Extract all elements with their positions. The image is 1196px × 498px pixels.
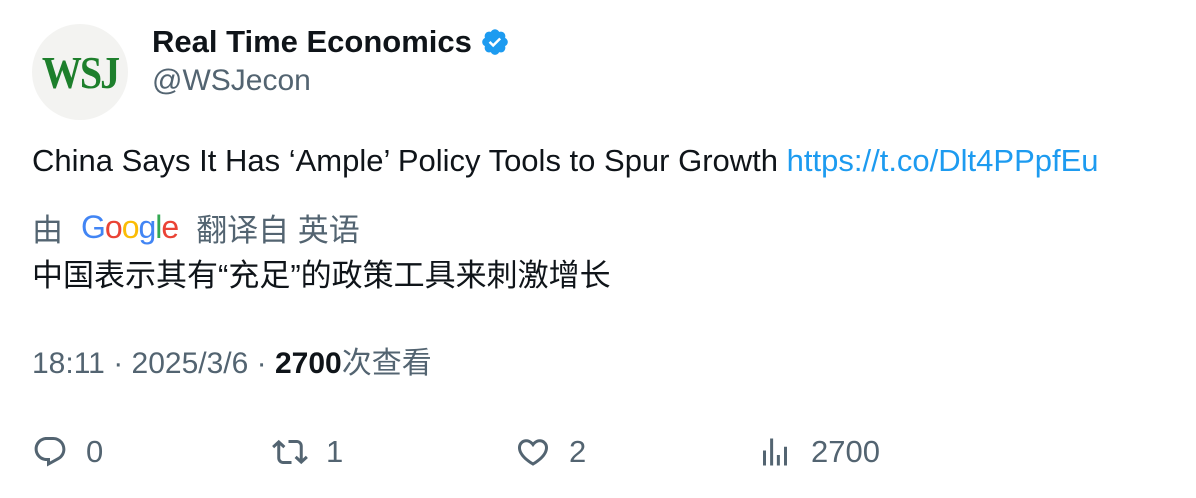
views-count: 2700 [274,347,342,380]
views-action-count: 2700 [811,434,880,469]
translation-prefix: 由 [32,212,63,248]
like-count: 2 [569,434,587,469]
author-display-name[interactable]: Real Time Economics [152,24,472,60]
translation-suffix[interactable]: 翻译自 英语 [196,205,360,250]
author-handle[interactable]: @WSJecon [152,62,311,100]
retweet-button[interactable]: 1 [272,430,343,474]
tweet-text: China Says It Has ‘Ample’ Policy Tools t… [32,140,1099,182]
google-logo-letter: e [161,208,179,245]
tweet-actions: 0 1 2 2700 [0,430,1196,474]
google-logo-letter: g [138,208,156,245]
translation-attribution: 由 Google 翻译自 英语 [32,206,360,248]
like-button[interactable]: 2 [515,430,586,474]
avatar[interactable]: WSJ [32,24,128,120]
google-logo-letter: o [121,208,140,245]
reply-icon [34,437,66,467]
author-name-row: Real Time Economics [152,22,510,62]
reply-count: 0 [86,434,104,469]
google-logo-letter: o [104,208,123,245]
views-label: 次查看 [341,347,432,380]
google-logo-icon: Google [81,208,179,246]
translated-tweet-text: 中国表示其有“充足”的政策工具来刺激增长 [32,258,611,293]
heart-icon [517,439,549,466]
tweet-time[interactable]: 18:11 [32,347,105,380]
tweet-meta: 18:11 · 2025/3/6 · 2700次查看 [32,343,432,385]
tweet-date[interactable]: 2025/3/6 [132,347,249,380]
meta-separator: · [104,347,132,380]
verified-badge-icon[interactable] [480,27,510,57]
google-logo-letter: G [81,208,106,245]
tweet-link[interactable]: https://t.co/Dlt4PPpfEu [787,143,1099,178]
meta-separator: · [248,347,275,380]
tweet-body: China Says It Has ‘Ample’ Policy Tools t… [32,143,787,178]
reply-button[interactable]: 0 [32,430,103,474]
tweet-card: WSJ Real Time Economics @WSJecon China S… [0,0,1196,498]
wsj-logo-text: WSJ [41,46,120,98]
views-button[interactable]: 2700 [757,430,880,474]
analytics-icon [763,438,787,466]
retweet-icon [272,439,308,465]
retweet-count: 1 [326,434,344,469]
